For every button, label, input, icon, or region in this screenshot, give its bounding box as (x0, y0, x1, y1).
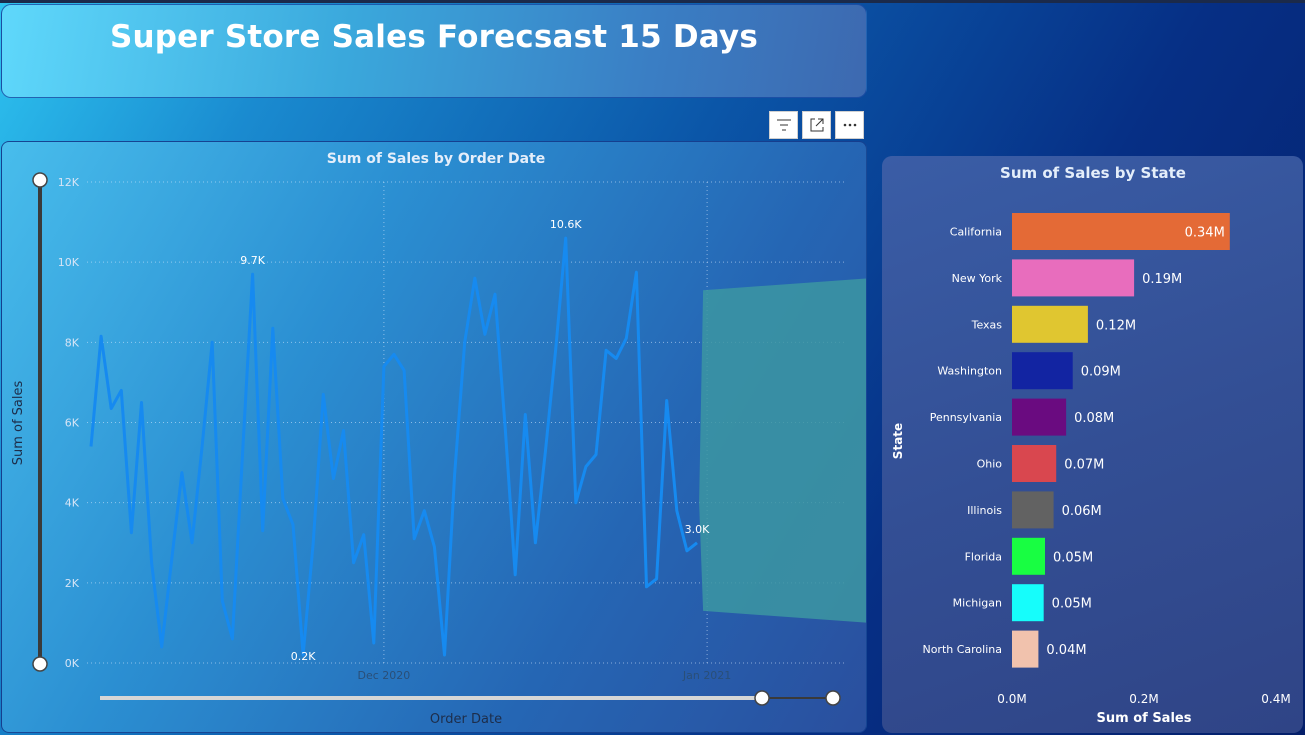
y-tick-label: 4K (65, 497, 80, 510)
state-bar-value-label: 0.04M (1046, 643, 1086, 658)
state-category-label: Michigan (953, 597, 1002, 610)
state-bar[interactable] (1012, 630, 1039, 668)
filter-icon (776, 119, 791, 131)
bar-chart-x-axis: 0.0M 0.2M 0.4M (997, 692, 1290, 706)
state-bar[interactable] (1012, 398, 1067, 436)
state-bar-value-label: 0.09M (1081, 365, 1121, 380)
y-tick-label: 0K (65, 657, 80, 670)
sales-line (89, 236, 698, 657)
state-category-label: Illinois (967, 504, 1002, 517)
x-tick-label: Dec 2020 (358, 669, 411, 682)
focus-mode-icon (810, 118, 823, 132)
y-zoom-slider[interactable] (32, 172, 48, 672)
y-tick-label: 2K (65, 577, 80, 590)
y-zoom-handle-bottom[interactable] (32, 656, 48, 672)
state-category-label: Washington (937, 365, 1002, 378)
state-bar[interactable] (1012, 445, 1057, 482)
state-category-label: Texas (971, 318, 1003, 331)
bar-x-tick-label: 0.0M (997, 692, 1026, 706)
state-bar[interactable] (1012, 491, 1054, 529)
x-tick-label: Jan 2021 (682, 669, 731, 682)
y-tick-label: 6K (65, 417, 80, 430)
sales-by-order-date-chart: Sum of Sales by Order Date 0K 2K 4K 6K 8K 10K… (11, 151, 866, 727)
line-data-label: 10.6K (550, 218, 582, 231)
state-bar-value-label: 0.19M (1142, 272, 1182, 287)
state-category-label: New York (952, 272, 1003, 285)
bar-chart-x-label: Sum of Sales (1097, 711, 1192, 726)
bar-chart-title: Sum of Sales by State (1000, 164, 1186, 182)
state-category-label: Ohio (977, 458, 1003, 471)
bar-chart-card: Sum of Sales by State California 0.34M New… (882, 156, 1303, 733)
bar-chart-y-label: State (891, 423, 905, 459)
bar-x-tick-label: 0.2M (1129, 692, 1158, 706)
sales-by-state-chart: Sum of Sales by State California 0.34M New… (891, 164, 1291, 726)
title-card: Super Store Sales Forecsast 15 Days (1, 4, 867, 98)
forecast-confidence-band (699, 278, 866, 623)
line-chart-y-label: Sum of Sales (11, 381, 26, 466)
state-bar-value-label: 0.06M (1062, 504, 1102, 519)
state-category-label: Florida (965, 550, 1002, 563)
x-zoom-handle-left[interactable] (754, 690, 770, 706)
state-bar-value-label: 0.05M (1052, 597, 1092, 612)
state-category-label: California (950, 226, 1002, 239)
more-options-icon (843, 123, 856, 127)
bar-x-tick-label: 0.4M (1261, 692, 1290, 706)
state-bar[interactable] (1012, 305, 1088, 343)
visual-toolbar (769, 111, 864, 139)
page-title: Super Store Sales Forecsast 15 Days (109, 19, 758, 55)
line-chart-x-label: Order Date (430, 712, 502, 727)
line-chart-card: Sum of Sales by Order Date 0K 2K 4K 6K 8K 10K… (1, 141, 867, 733)
state-bar[interactable] (1012, 352, 1073, 390)
state-bar-value-label: 0.34M (1185, 226, 1225, 241)
x-zoom-slider[interactable] (100, 690, 841, 706)
state-bar-value-label: 0.08M (1074, 411, 1114, 426)
line-chart-title: Sum of Sales by Order Date (327, 151, 546, 167)
y-tick-label: 8K (65, 336, 80, 349)
y-tick-label: 10K (58, 256, 80, 269)
y-tick-label: 12K (58, 176, 80, 189)
line-chart-y-axis: 0K 2K 4K 6K 8K 10K 12K (58, 176, 80, 670)
more-options-button[interactable] (835, 111, 864, 139)
forecast-band (699, 278, 866, 623)
line-chart-x-axis: Dec 2020 Jan 2021 (358, 669, 732, 682)
y-zoom-handle-top[interactable] (32, 172, 48, 188)
sales-line-series (89, 236, 698, 657)
window-top-border (0, 0, 1305, 3)
line-data-label: 9.7K (240, 254, 265, 267)
x-zoom-handle-right[interactable] (825, 690, 841, 706)
focus-mode-button[interactable] (802, 111, 831, 139)
line-data-label: 3.0K (685, 523, 710, 536)
state-bar[interactable] (1012, 537, 1045, 575)
state-bar-value-label: 0.07M (1064, 458, 1104, 473)
state-bar[interactable] (1012, 584, 1044, 622)
bar-chart-bars: California 0.34M New York 0.19M Texas 0.12M Wa… (922, 213, 1230, 668)
line-data-label: 0.2K (291, 650, 316, 663)
state-category-label: North Carolina (922, 643, 1002, 656)
state-bar[interactable] (1012, 259, 1135, 297)
state-category-label: Pennsylvania (930, 411, 1002, 424)
filter-button[interactable] (769, 111, 798, 139)
state-bar-value-label: 0.12M (1096, 318, 1136, 333)
state-bar-value-label: 0.05M (1053, 550, 1093, 565)
